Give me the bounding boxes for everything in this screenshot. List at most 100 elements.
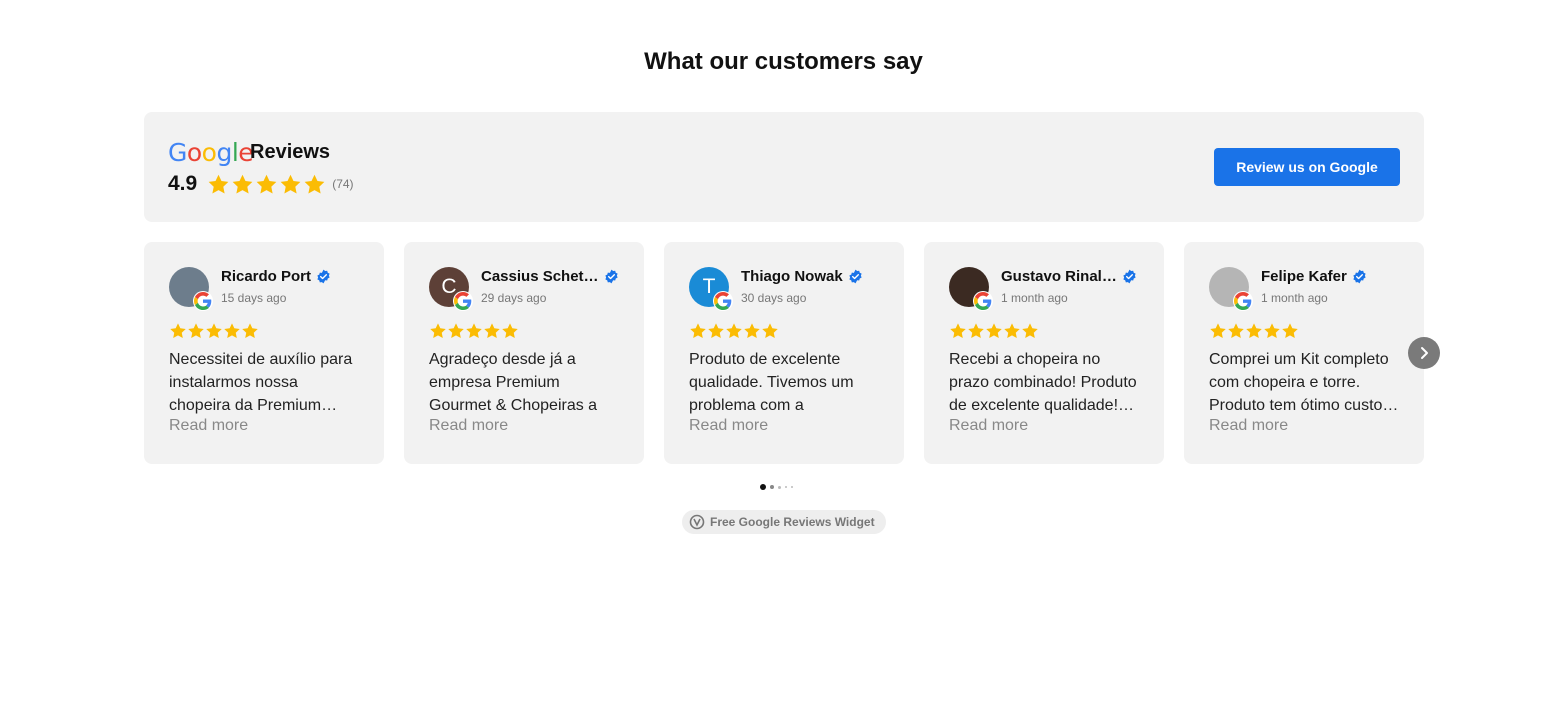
verified-icon — [604, 269, 618, 284]
review-stars — [429, 322, 519, 340]
read-more-link[interactable]: Read more — [1209, 417, 1288, 435]
star-icon — [762, 323, 778, 339]
star-icon — [484, 323, 500, 339]
reviewer-name-text: Thiago Nowak — [741, 268, 843, 285]
review-card: C Cassius Schet… 29 days ago Agradeço desde… — [404, 242, 644, 464]
review-date: 15 days ago — [221, 291, 287, 305]
read-more-link[interactable]: Read more — [689, 417, 768, 435]
star-icon — [224, 323, 240, 339]
google-logo-letter: o — [201, 138, 217, 167]
reviewer-avatar: C — [429, 267, 473, 311]
star-icon — [744, 323, 760, 339]
google-logo-letter: o — [186, 138, 202, 167]
review-card: Ricardo Port 15 days ago Necessitei de aux… — [144, 242, 384, 464]
star-icon — [690, 323, 706, 339]
google-logo: Google — [168, 138, 254, 167]
reviewer-avatar — [1209, 267, 1253, 311]
star-icon — [502, 323, 518, 339]
pagination-dot[interactable] — [770, 485, 774, 489]
star-icon — [466, 323, 482, 339]
reviews-summary-bar: Google Reviews 4.9 (74) Review us on Goo… — [144, 112, 1424, 222]
google-g-icon — [194, 292, 212, 310]
star-icon — [256, 174, 277, 194]
verified-icon — [1353, 269, 1366, 284]
star-icon — [188, 323, 204, 339]
star-icon — [1004, 323, 1020, 339]
pagination-dot[interactable] — [785, 486, 787, 488]
star-icon — [232, 174, 253, 194]
review-stars — [1209, 322, 1299, 340]
star-icon — [1246, 323, 1262, 339]
widget-logo-icon — [689, 514, 705, 530]
reviewer-avatar: T — [689, 267, 733, 311]
review-stars — [689, 322, 779, 340]
rating-row: 4.9 (74) — [168, 171, 354, 197]
star-icon — [1228, 323, 1244, 339]
google-badge — [193, 291, 213, 311]
google-badge — [453, 291, 473, 311]
free-widget-badge[interactable]: Free Google Reviews Widget — [682, 510, 886, 534]
star-icon — [448, 323, 464, 339]
reviewer-name-text: Ricardo Port — [221, 268, 312, 285]
star-icon — [950, 323, 966, 339]
pagination-dot[interactable] — [791, 486, 793, 488]
star-icon — [208, 174, 229, 194]
star-icon — [1210, 323, 1226, 339]
star-icon — [430, 323, 446, 339]
google-g-icon — [974, 292, 992, 310]
reviewer-name: Thiago Nowak — [741, 268, 863, 285]
google-badge — [713, 291, 733, 311]
reviewer-name-text: Cassius Schet… — [481, 268, 599, 285]
reviewer-name: Felipe Kafer — [1261, 268, 1367, 285]
review-text: Comprei um Kit completo com chopeira e t… — [1209, 351, 1389, 414]
next-arrow-button[interactable] — [1408, 337, 1440, 369]
verified-icon — [1123, 269, 1136, 284]
reviewer-avatar — [949, 267, 993, 311]
star-icon — [1282, 323, 1298, 339]
google-g-icon — [714, 292, 732, 310]
review-card: Gustavo Rinal… 1 month ago Recebi a chopei… — [924, 242, 1164, 464]
star-icon — [968, 323, 984, 339]
verified-icon — [849, 269, 862, 284]
review-text: Produto de excelente qualidade. Tivemos … — [689, 351, 854, 414]
reviewer-name: Cassius Schet… — [481, 268, 619, 285]
star-icon — [304, 174, 325, 194]
read-more-link[interactable]: Read more — [949, 417, 1028, 435]
review-count: (74) — [332, 177, 354, 191]
pagination-dot[interactable] — [778, 485, 781, 489]
page-title: What our customers say — [644, 48, 923, 75]
google-g-icon — [454, 292, 472, 310]
review-us-on-google-button[interactable]: Review us on Google — [1214, 148, 1400, 186]
chevron-right-icon — [1421, 347, 1428, 359]
google-logo-letter: g — [216, 138, 232, 167]
star-icon — [1264, 323, 1280, 339]
review-text: Recebi a chopeira no prazo combinado! Pr… — [949, 351, 1137, 414]
rating-stars — [207, 173, 326, 196]
star-icon — [986, 323, 1002, 339]
review-date: 30 days ago — [741, 291, 807, 305]
read-more-link[interactable]: Read more — [169, 417, 248, 435]
star-icon — [1022, 323, 1038, 339]
widget-badge-label: Free Google Reviews Widget — [710, 515, 875, 529]
star-icon — [726, 323, 742, 339]
star-icon — [280, 174, 301, 194]
star-icon — [170, 323, 186, 339]
google-badge — [973, 291, 993, 311]
review-text: Necessitei de auxílio para instalarmos n… — [169, 351, 353, 414]
reviews-label: Reviews — [250, 141, 331, 163]
google-logo-letter: G — [168, 138, 187, 167]
reviewer-name: Gustavo Rinal… — [1001, 268, 1137, 285]
review-card: T Thiago Nowak 30 days ago Produto de excel… — [664, 242, 904, 464]
reviewer-name-text: Gustavo Rinal… — [1001, 268, 1117, 285]
review-date: 1 month ago — [1001, 291, 1068, 305]
verified-icon — [317, 269, 330, 284]
google-badge — [1233, 291, 1253, 311]
star-icon — [708, 323, 724, 339]
review-stars — [949, 322, 1039, 340]
review-text: Agradeço desde já a empresa Premium Gour… — [429, 351, 598, 414]
review-date: 1 month ago — [1261, 291, 1328, 305]
read-more-link[interactable]: Read more — [429, 417, 508, 435]
reviewer-name-text: Felipe Kafer — [1261, 268, 1347, 285]
pagination-dot[interactable] — [760, 484, 766, 490]
reviewer-name: Ricardo Port — [221, 268, 331, 285]
